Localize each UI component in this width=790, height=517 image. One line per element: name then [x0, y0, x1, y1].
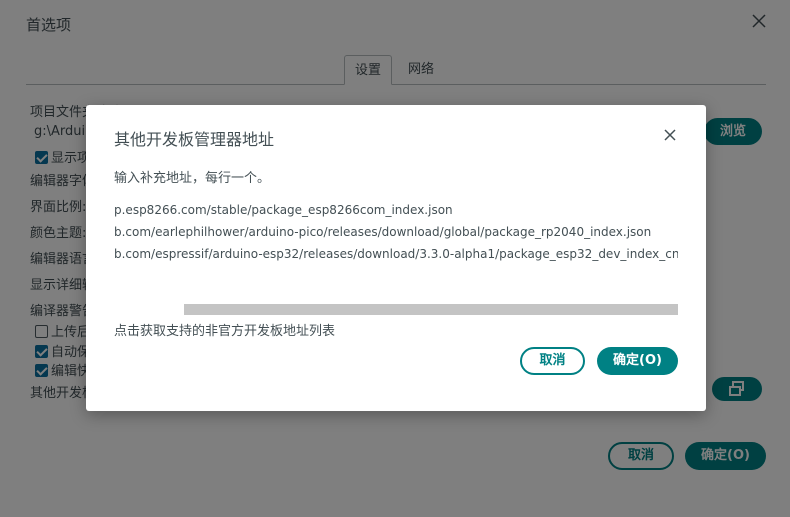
close-icon[interactable] [661, 126, 679, 144]
urls-textarea[interactable]: p.esp8266.com/stable/package_esp8266com_… [114, 200, 678, 315]
horizontal-scrollbar-thumb[interactable] [184, 304, 678, 315]
unofficial-boards-link[interactable]: 点击获取支持的非官方开发板地址列表 [114, 320, 335, 339]
url-line: b.com/earlephilhower/arduino-pico/releas… [114, 225, 652, 239]
board-manager-urls-dialog: 其他开发板管理器地址 输入补充地址，每行一个。 p.esp8266.com/st… [86, 105, 706, 411]
dialog-title: 其他开发板管理器地址 [114, 130, 275, 149]
url-line: b.com/espressif/arduino-esp32/releases/d… [114, 247, 678, 261]
dialog-cancel-button[interactable]: 取消 [520, 347, 585, 375]
url-line: p.esp8266.com/stable/package_esp8266com_… [114, 203, 453, 217]
dialog-ok-button[interactable]: 确定(O) [597, 347, 678, 375]
dialog-instruction: 输入补充地址，每行一个。 [114, 171, 271, 186]
